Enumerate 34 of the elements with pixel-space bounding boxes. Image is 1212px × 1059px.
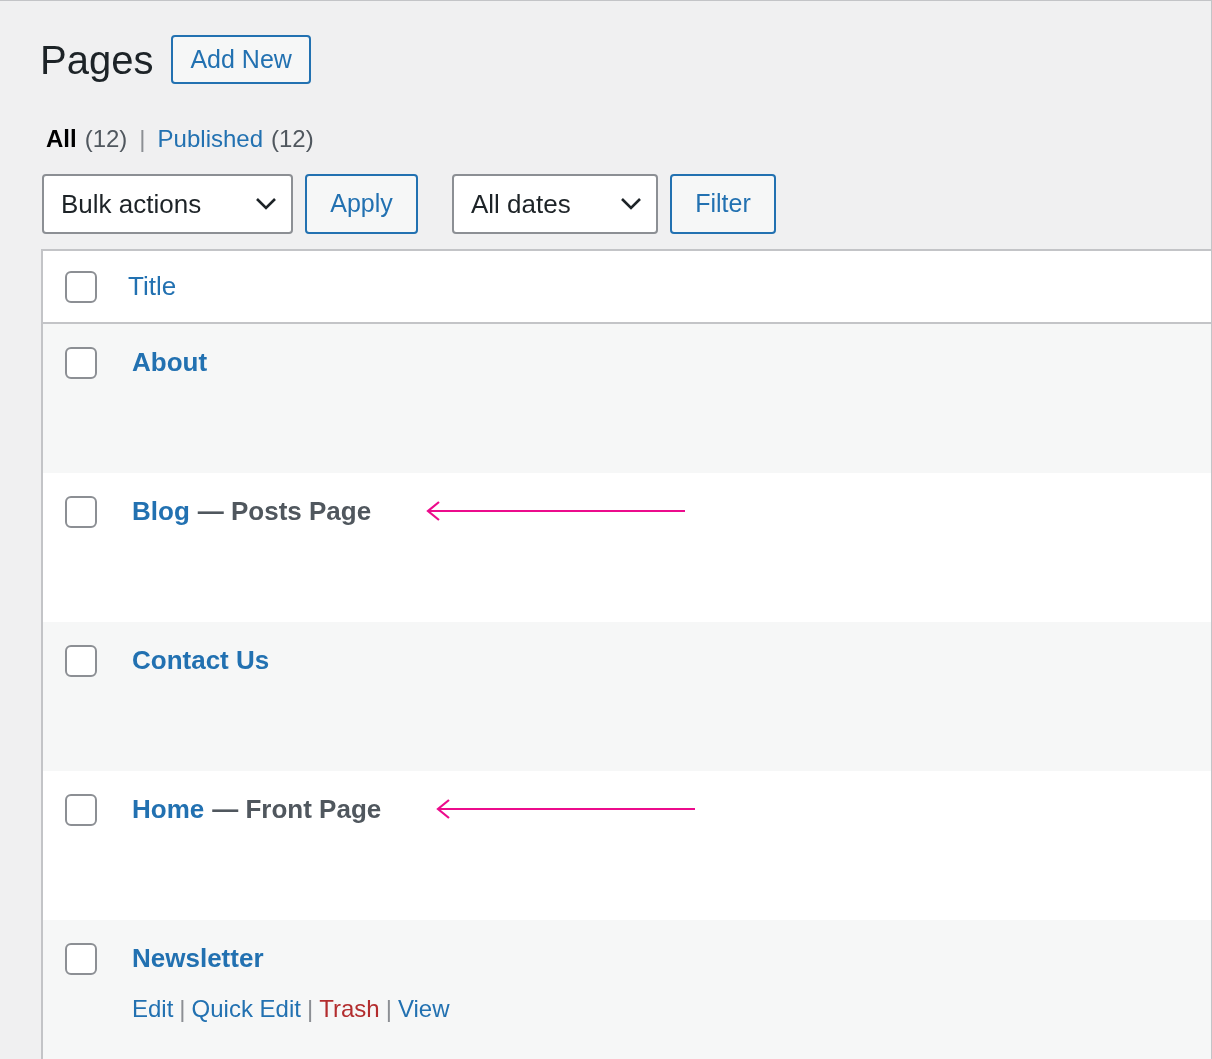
- checkbox[interactable]: [65, 270, 97, 303]
- row-action-link[interactable]: View: [397, 991, 450, 1027]
- page-title-link[interactable]: Home: [132, 789, 205, 829]
- checkbox[interactable]: [65, 943, 97, 975]
- apply-button[interactable]: Apply: [305, 174, 418, 234]
- view-count: (12): [271, 124, 314, 154]
- row-action-link[interactable]: Edit: [132, 991, 174, 1027]
- view-filter-link[interactable]: All: [46, 121, 77, 157]
- page-title-link[interactable]: Contact Us: [132, 640, 270, 680]
- filter-button[interactable]: Filter: [670, 174, 776, 234]
- page-title-link[interactable]: Newsletter: [132, 938, 264, 978]
- view-filter-link[interactable]: Published: [157, 121, 263, 157]
- row-action-link[interactable]: Quick Edit: [191, 991, 301, 1027]
- dates-select[interactable]: All dates: [452, 174, 658, 234]
- page-title-link[interactable]: Blog: [132, 491, 190, 531]
- chevron-down-icon: [620, 197, 642, 211]
- chevron-down-icon: [255, 197, 277, 211]
- checkbox[interactable]: [65, 347, 97, 379]
- post-state-label: — Posts Page: [197, 494, 372, 528]
- checkbox[interactable]: [65, 496, 97, 528]
- add-new-button[interactable]: Add New: [171, 35, 311, 84]
- title-column-header[interactable]: Title: [128, 267, 177, 306]
- post-state-label: — Front Page: [212, 792, 382, 826]
- separator: |: [139, 124, 146, 154]
- separator: |: [179, 994, 186, 1024]
- view-count: (12): [84, 124, 128, 154]
- trash-link[interactable]: Trash: [319, 991, 380, 1027]
- separator: |: [306, 994, 314, 1024]
- bulk-actions-select[interactable]: Bulk actions: [42, 174, 293, 234]
- checkbox[interactable]: [65, 794, 97, 826]
- checkbox[interactable]: [65, 645, 97, 677]
- page-title: Pages: [40, 39, 154, 80]
- page-title-link[interactable]: About: [132, 342, 208, 382]
- separator: |: [385, 994, 392, 1024]
